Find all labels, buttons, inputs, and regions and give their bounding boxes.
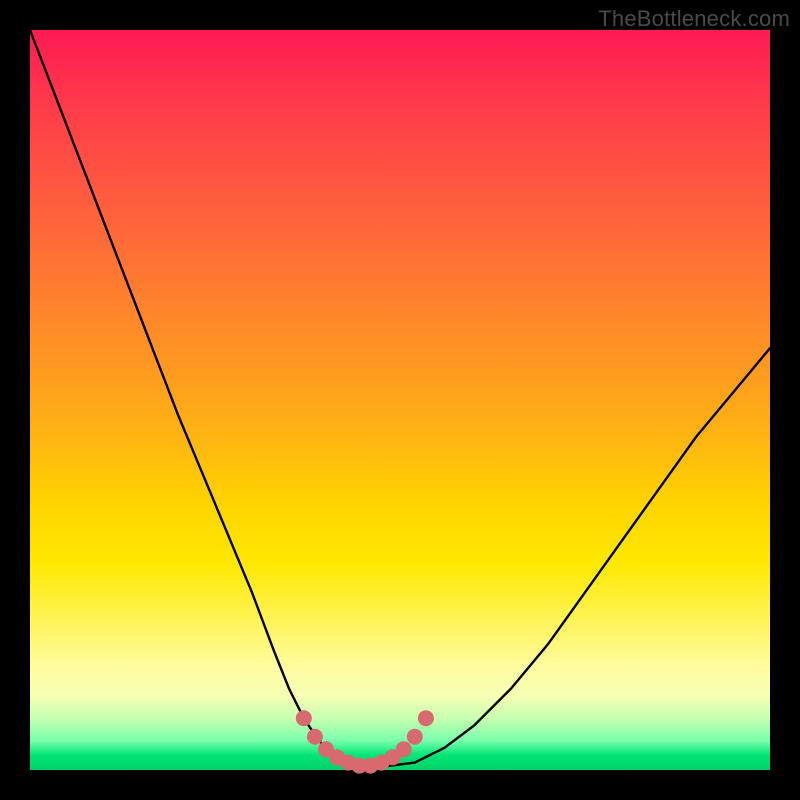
- chart-plot-area: [30, 30, 770, 770]
- chart-frame: TheBottleneck.com: [0, 0, 800, 800]
- optimal-range-markers: [296, 710, 434, 773]
- watermark-text: TheBottleneck.com: [598, 6, 790, 32]
- marker-dot: [307, 729, 323, 745]
- bottleneck-curve-path: [30, 30, 770, 766]
- marker-dot: [407, 729, 423, 745]
- bottleneck-curve-svg: [30, 30, 770, 770]
- marker-dot: [418, 710, 434, 726]
- marker-dot: [296, 710, 312, 726]
- marker-dot: [396, 741, 412, 757]
